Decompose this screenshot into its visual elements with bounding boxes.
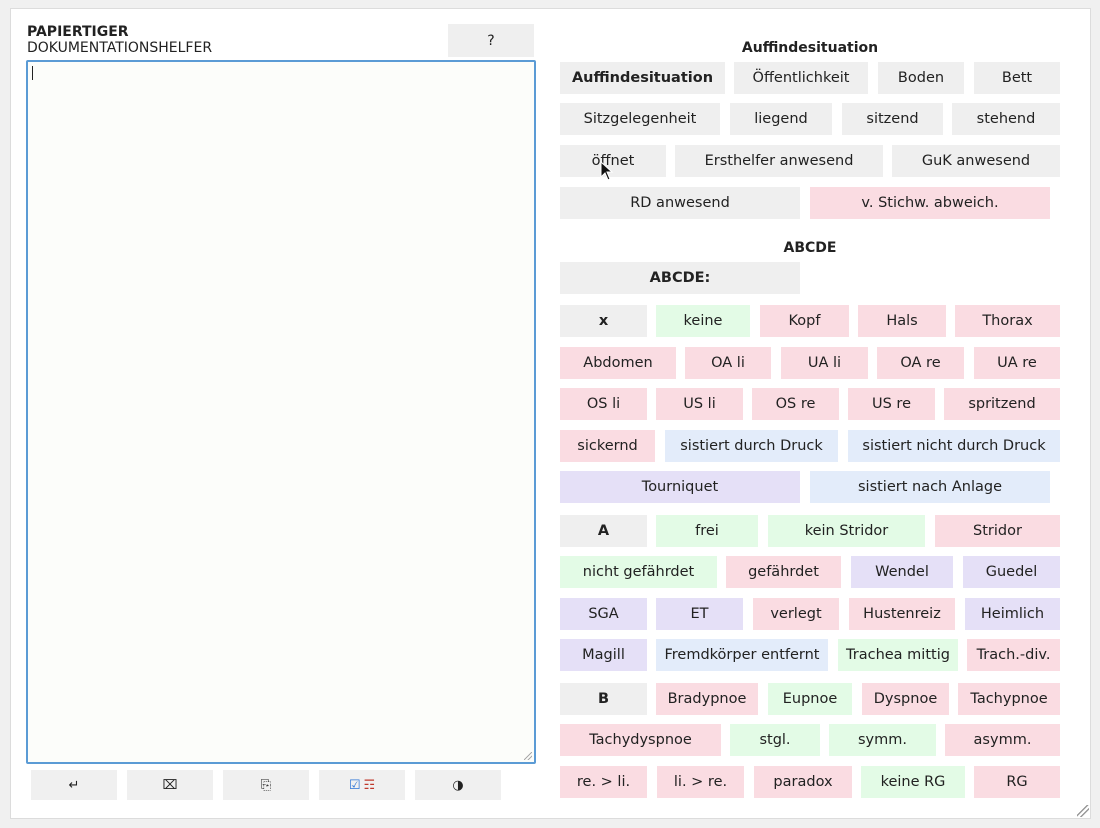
btn-nicht-gefaehrdet[interactable]: nicht gefährdet bbox=[560, 556, 717, 588]
btn-spritzend[interactable]: spritzend bbox=[944, 388, 1060, 420]
btn-oa-re[interactable]: OA re bbox=[877, 347, 964, 379]
checkbox-icon: ☑ bbox=[348, 777, 361, 793]
btn-sistiert-durch-druck[interactable]: sistiert durch Druck bbox=[665, 430, 838, 462]
btn-keine-rg[interactable]: keine RG bbox=[861, 766, 965, 798]
btn-sga[interactable]: SGA bbox=[560, 598, 647, 630]
btn-ersthelfer-anwesend[interactable]: Ersthelfer anwesend bbox=[675, 145, 883, 177]
btn-li-gt-re[interactable]: li. > re. bbox=[657, 766, 744, 798]
btn-x[interactable]: x bbox=[560, 305, 647, 337]
checklist-button[interactable]: ☑ ☶ bbox=[319, 770, 405, 800]
btn-os-li[interactable]: OS li bbox=[560, 388, 647, 420]
btn-hustenreiz[interactable]: Hustenreiz bbox=[849, 598, 955, 630]
btn-us-re[interactable]: US re bbox=[848, 388, 935, 420]
clear-icon: ⌧ bbox=[162, 777, 178, 793]
copy-icon: ⎘ bbox=[260, 777, 272, 793]
text-caret bbox=[32, 66, 33, 80]
btn-abdomen[interactable]: Abdomen bbox=[560, 347, 676, 379]
btn-hals[interactable]: Hals bbox=[858, 305, 946, 337]
copy-button[interactable]: ⎘ bbox=[223, 770, 309, 800]
btn-us-li[interactable]: US li bbox=[656, 388, 743, 420]
btn-guk-anwesend[interactable]: GuK anwesend bbox=[892, 145, 1060, 177]
btn-stehend[interactable]: stehend bbox=[952, 103, 1060, 135]
documentation-textarea[interactable] bbox=[26, 60, 536, 764]
btn-stridor[interactable]: Stridor bbox=[935, 515, 1060, 547]
btn-rd-anwesend[interactable]: RD anwesend bbox=[560, 187, 800, 219]
btn-wendel[interactable]: Wendel bbox=[851, 556, 953, 588]
textarea-resize-grip[interactable] bbox=[524, 752, 532, 760]
btn-sistiert-nicht-durch-druck[interactable]: sistiert nicht durch Druck bbox=[848, 430, 1060, 462]
window-resize-grip[interactable] bbox=[1077, 805, 1089, 817]
btn-trach-div[interactable]: Trach.-div. bbox=[967, 639, 1060, 671]
btn-sistiert-nach-anlage[interactable]: sistiert nach Anlage bbox=[810, 471, 1050, 503]
btn-oa-li[interactable]: OA li bbox=[685, 347, 771, 379]
btn-rg[interactable]: RG bbox=[974, 766, 1060, 798]
btn-oeffentlichkeit[interactable]: Öffentlichkeit bbox=[734, 62, 868, 94]
btn-tourniquet[interactable]: Tourniquet bbox=[560, 471, 800, 503]
btn-sickernd[interactable]: sickernd bbox=[560, 430, 655, 462]
section-heading-abcde: ABCDE bbox=[783, 240, 837, 256]
btn-auffindesituation[interactable]: Auffindesituation bbox=[560, 62, 725, 94]
app-title-main: PAPIERTIGER bbox=[27, 24, 129, 40]
btn-b[interactable]: B bbox=[560, 683, 647, 715]
btn-a[interactable]: A bbox=[560, 515, 647, 547]
btn-et[interactable]: ET bbox=[656, 598, 743, 630]
btn-kein-stridor[interactable]: kein Stridor bbox=[768, 515, 925, 547]
btn-guedel[interactable]: Guedel bbox=[963, 556, 1060, 588]
btn-re-gt-li[interactable]: re. > li. bbox=[560, 766, 647, 798]
theme-icon: ◑ bbox=[452, 777, 464, 793]
app-title: PAPIERTIGER DOKUMENTATIONSHELFER bbox=[27, 24, 212, 56]
btn-frei[interactable]: frei bbox=[656, 515, 758, 547]
btn-sitzgelegenheit[interactable]: Sitzgelegenheit bbox=[560, 103, 720, 135]
app-title-sub: DOKUMENTATIONSHELFER bbox=[27, 40, 213, 56]
btn-eupnoe[interactable]: Eupnoe bbox=[768, 683, 852, 715]
clear-button[interactable]: ⌧ bbox=[127, 770, 213, 800]
btn-verlegt[interactable]: verlegt bbox=[753, 598, 839, 630]
btn-sitzend[interactable]: sitzend bbox=[842, 103, 943, 135]
btn-paradox[interactable]: paradox bbox=[754, 766, 852, 798]
btn-bradypnoe[interactable]: Bradypnoe bbox=[656, 683, 758, 715]
help-button[interactable]: ? bbox=[448, 24, 534, 57]
btn-magill[interactable]: Magill bbox=[560, 639, 647, 671]
btn-asymm[interactable]: asymm. bbox=[945, 724, 1060, 756]
enter-button[interactable]: ↵ bbox=[31, 770, 117, 800]
btn-kopf[interactable]: Kopf bbox=[760, 305, 849, 337]
btn-liegend[interactable]: liegend bbox=[730, 103, 832, 135]
btn-heimlich[interactable]: Heimlich bbox=[965, 598, 1060, 630]
btn-trachea-mittig[interactable]: Trachea mittig bbox=[838, 639, 958, 671]
btn-keine[interactable]: keine bbox=[656, 305, 750, 337]
btn-tachypnoe[interactable]: Tachypnoe bbox=[958, 683, 1060, 715]
btn-fremdkoerper-entfernt[interactable]: Fremdkörper entfernt bbox=[656, 639, 828, 671]
btn-ua-li[interactable]: UA li bbox=[781, 347, 868, 379]
btn-v-stichw-abweich[interactable]: v. Stichw. abweich. bbox=[810, 187, 1050, 219]
btn-stgl[interactable]: stgl. bbox=[730, 724, 820, 756]
theme-button[interactable]: ◑ bbox=[415, 770, 501, 800]
btn-symm[interactable]: symm. bbox=[829, 724, 936, 756]
btn-os-re[interactable]: OS re bbox=[752, 388, 839, 420]
mouse-pointer-icon bbox=[600, 161, 614, 181]
btn-tachydyspnoe[interactable]: Tachydyspnoe bbox=[560, 724, 721, 756]
enter-icon: ↵ bbox=[68, 777, 80, 793]
btn-ua-re[interactable]: UA re bbox=[974, 347, 1060, 379]
btn-boden[interactable]: Boden bbox=[878, 62, 964, 94]
section-heading-auffindesituation: Auffindesituation bbox=[741, 40, 879, 56]
btn-gefaehrdet[interactable]: gefährdet bbox=[726, 556, 841, 588]
btn-thorax[interactable]: Thorax bbox=[955, 305, 1060, 337]
btn-abcde[interactable]: ABCDE: bbox=[560, 262, 800, 294]
btn-dyspnoe[interactable]: Dyspnoe bbox=[862, 683, 949, 715]
btn-bett[interactable]: Bett bbox=[974, 62, 1060, 94]
list-icon: ☶ bbox=[363, 777, 376, 793]
